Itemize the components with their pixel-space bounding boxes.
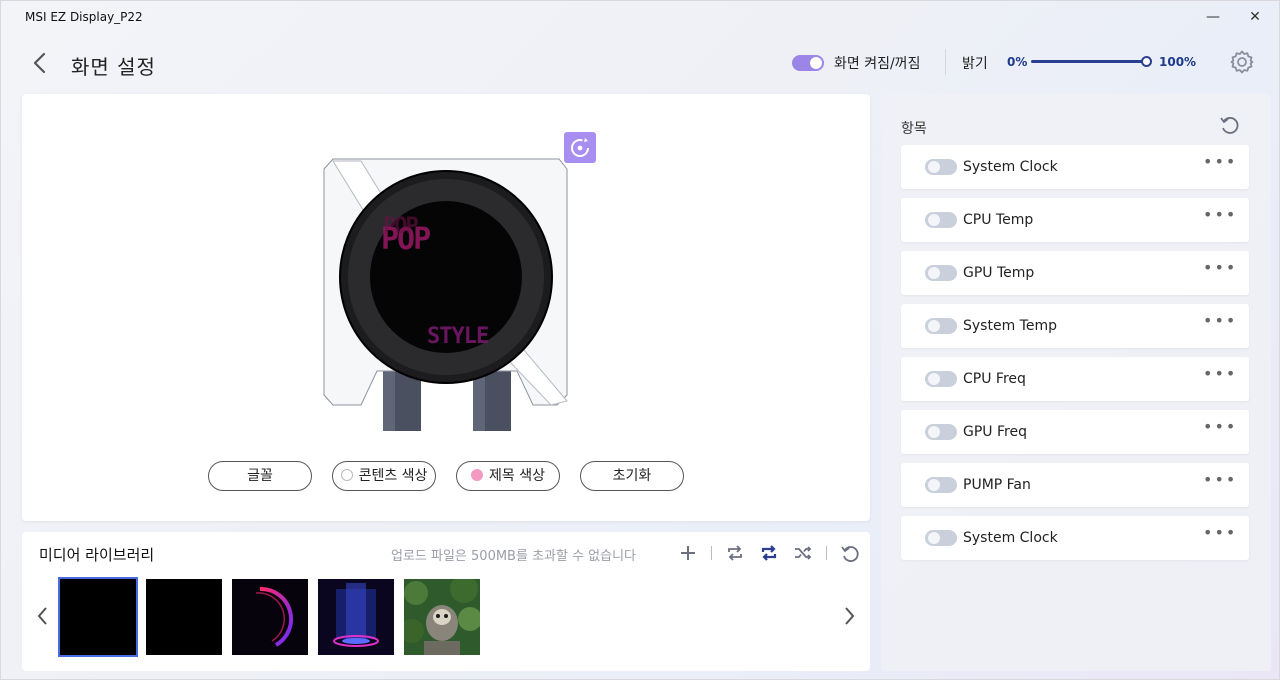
more-options-icon[interactable]: ••• [1203, 154, 1235, 177]
item-label: PUMP Fan [963, 477, 1031, 493]
list-item: GPU Temp ••• [901, 251, 1249, 295]
app-window: MSI EZ Display_P22 — ✕ 화면 설정 화면 켜짐/꺼짐 밝기… [0, 0, 1280, 680]
undo-icon [841, 546, 859, 562]
media-prev-button[interactable] [35, 605, 49, 627]
item-toggle[interactable] [925, 530, 957, 546]
cooler-preview-image: POP POP STYLE [321, 151, 575, 436]
screen-power-label: 화면 켜짐/꺼짐 [834, 56, 921, 72]
font-button[interactable]: 글꼴 [208, 461, 312, 491]
chevron-left-icon [33, 52, 46, 74]
more-options-icon[interactable]: ••• [1203, 525, 1235, 548]
close-button[interactable]: ✕ [1238, 5, 1272, 29]
item-toggle[interactable] [925, 477, 957, 493]
media-thumbnail[interactable] [318, 579, 394, 655]
brightness-slider[interactable] [1031, 60, 1148, 63]
svg-text:STYLE: STYLE [427, 324, 488, 349]
item-toggle[interactable] [925, 159, 957, 175]
brightness-max-label: 100% [1159, 55, 1197, 69]
svg-text:POP: POP [383, 214, 418, 239]
more-options-icon[interactable]: ••• [1203, 260, 1235, 283]
more-options-icon[interactable]: ••• [1203, 207, 1235, 230]
page-title: 화면 설정 [71, 55, 156, 79]
repeat-all-button[interactable] [724, 542, 746, 564]
item-toggle[interactable] [925, 371, 957, 387]
brightness-slider-thumb[interactable] [1141, 56, 1152, 67]
title-color-label: 제목 색상 [489, 468, 545, 484]
item-label: CPU Freq [963, 371, 1026, 387]
more-options-icon[interactable]: ••• [1203, 313, 1235, 336]
settings-button[interactable] [1229, 49, 1255, 75]
list-item: System Temp ••• [901, 304, 1249, 348]
media-reset-button[interactable] [839, 542, 861, 564]
title-color-button[interactable]: 제목 색상 [456, 461, 560, 491]
more-options-icon[interactable]: ••• [1203, 419, 1235, 442]
media-next-button[interactable] [843, 605, 857, 627]
list-item: CPU Temp ••• [901, 198, 1249, 242]
list-item: CPU Freq ••• [901, 357, 1249, 401]
screen-power-toggle[interactable] [792, 55, 824, 71]
shuffle-icon [795, 546, 812, 560]
media-thumbnail[interactable] [404, 579, 480, 655]
upload-limit-note: 업로드 파일은 500MB를 초과할 수 없습니다 [391, 549, 637, 564]
items-reset-button[interactable] [1217, 113, 1241, 137]
back-button[interactable] [29, 51, 51, 75]
repeat-active-icon [761, 545, 777, 561]
content-color-label: 콘텐츠 색상 [358, 468, 428, 484]
brightness-label: 밝기 [962, 56, 988, 72]
item-label: GPU Temp [963, 265, 1035, 281]
undo-icon [1220, 117, 1239, 134]
add-media-button[interactable] [677, 542, 699, 564]
divider [711, 546, 712, 560]
list-item: GPU Freq ••• [901, 410, 1249, 454]
repeat-icon [728, 545, 742, 561]
titlebar: MSI EZ Display_P22 — ✕ [1, 1, 1279, 33]
item-label: GPU Freq [963, 424, 1027, 440]
divider [945, 49, 946, 75]
item-toggle[interactable] [925, 212, 957, 228]
item-label: System Clock [963, 159, 1058, 175]
repeat-one-button[interactable] [758, 542, 780, 564]
list-item: PUMP Fan ••• [901, 463, 1249, 507]
divider [826, 546, 827, 560]
item-label: CPU Temp [963, 212, 1034, 228]
items-panel-title: 항목 [901, 121, 927, 137]
item-label: System Temp [963, 318, 1057, 334]
more-options-icon[interactable]: ••• [1203, 472, 1235, 495]
reset-button[interactable]: 초기화 [580, 461, 684, 491]
media-thumbnail[interactable] [232, 579, 308, 655]
item-toggle[interactable] [925, 424, 957, 440]
shuffle-button[interactable] [792, 542, 814, 564]
minimize-button[interactable]: — [1196, 5, 1230, 29]
list-item: System Clock ••• [901, 145, 1249, 189]
font-button-label: 글꼴 [247, 468, 273, 484]
media-thumbnail[interactable] [58, 577, 138, 657]
item-label: System Clock [963, 530, 1058, 546]
item-toggle[interactable] [925, 318, 957, 334]
item-toggle[interactable] [925, 265, 957, 281]
content-color-button[interactable]: 콘텐츠 색상 [332, 461, 436, 491]
window-title: MSI EZ Display_P22 [25, 10, 143, 24]
media-thumbnail[interactable] [146, 579, 222, 655]
chevron-right-icon [845, 607, 855, 625]
content-color-swatch [340, 469, 353, 481]
chevron-left-icon [37, 607, 47, 625]
reset-button-label: 초기화 [612, 468, 652, 484]
title-color-swatch [471, 469, 483, 481]
plus-icon [681, 546, 695, 560]
media-library-title: 미디어 라이브러리 [39, 546, 155, 564]
more-options-icon[interactable]: ••• [1203, 366, 1235, 389]
gear-icon [1230, 50, 1254, 74]
list-item: System Clock ••• [901, 516, 1249, 560]
brightness-min-label: 0% [1007, 55, 1028, 69]
